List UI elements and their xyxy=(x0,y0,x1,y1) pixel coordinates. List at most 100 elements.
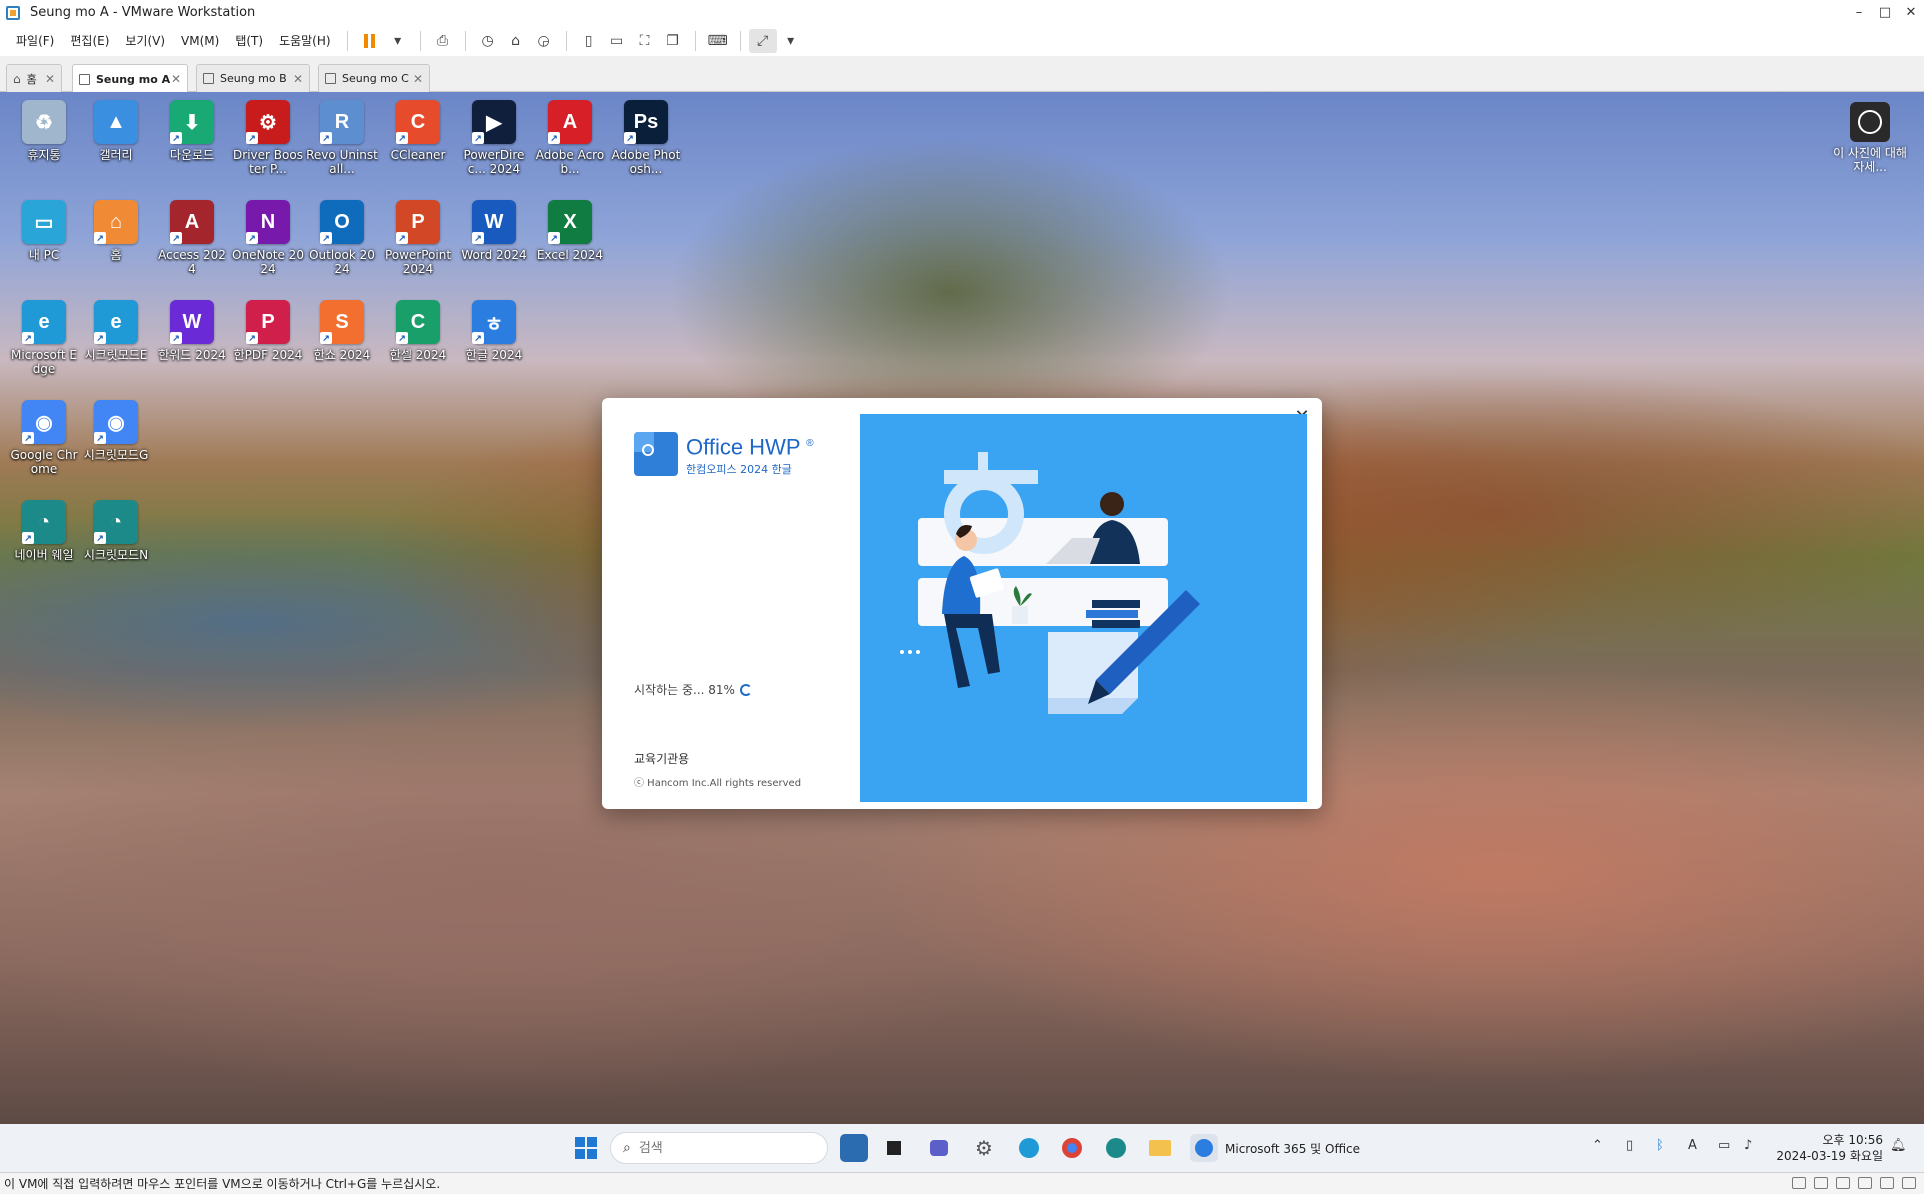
full-screen-button[interactable]: ⛶ xyxy=(631,29,659,53)
tab-home[interactable]: ⌂ 홈 ✕ xyxy=(6,64,62,92)
taskbar-search[interactable]: ⌕ xyxy=(610,1132,828,1164)
active-window-label[interactable]: Microsoft 365 및 Office xyxy=(1225,1140,1360,1157)
volume-icon[interactable]: ♪ xyxy=(1744,1138,1752,1153)
product-subtitle: 한컴오피스 2024 한글 xyxy=(686,463,792,477)
desktop-shortcut[interactable]: W ↗ Word 2024 xyxy=(458,200,530,262)
chevron-up-icon[interactable]: ⌃ xyxy=(1592,1138,1603,1153)
adobe-acrobat-icon: A ↗ xyxy=(548,100,592,144)
network-icon[interactable]: ▭ xyxy=(1718,1138,1730,1153)
cd-drive-icon[interactable] xyxy=(1814,1177,1828,1189)
menu-help[interactable]: 도움말(H) xyxy=(271,32,339,49)
tab-seung-mo-a[interactable]: Seung mo A ✕ xyxy=(72,64,188,93)
desktop-shortcut[interactable]: ◉ ↗ Google Chrome xyxy=(8,400,80,476)
desktop-shortcut[interactable]: ⌂ ↗ 홈 xyxy=(80,200,152,262)
desktop-shortcut[interactable]: X ↗ Excel 2024 xyxy=(534,200,606,262)
desktop-shortcut[interactable]: A ↗ Adobe Acrob... xyxy=(534,100,606,176)
desktop-shortcut[interactable]: Ps ↗ Adobe Photosh... xyxy=(610,100,682,176)
maximize-button[interactable]: □ xyxy=(1872,0,1898,25)
revert-snapshot-button[interactable]: ⌂ xyxy=(502,29,530,53)
desktop-shortcut[interactable]: P ↗ 한PDF 2024 xyxy=(232,300,304,362)
usb-controller-icon[interactable] xyxy=(1858,1177,1872,1189)
system-clock[interactable]: 오후 10:56 2024-03-19 화요일 xyxy=(1773,1132,1883,1164)
desktop-shortcut[interactable]: O ↗ Outlook 2024 xyxy=(306,200,378,276)
tab-seung-mo-b[interactable]: Seung mo B ✕ xyxy=(196,64,310,92)
desktop-shortcut[interactable]: ◔ ↗ 시크릿모드N xyxy=(80,500,152,562)
desktop-shortcut[interactable]: ▲ 갤러리 xyxy=(80,100,152,162)
close-window-button[interactable]: ✕ xyxy=(1898,0,1924,25)
icon-glyph: ⌂ xyxy=(109,210,123,233)
send-ctrl-alt-del-button[interactable]: ⎙ xyxy=(429,29,457,53)
desktop-shortcut[interactable]: C ↗ 한셀 2024 xyxy=(382,300,454,362)
stretch-guest-button[interactable]: ⤢ xyxy=(748,28,777,53)
menu-view[interactable]: 보기(V) xyxy=(117,32,173,49)
desktop-shortcut[interactable]: C ↗ CCleaner xyxy=(382,100,454,162)
settings-gear-icon[interactable]: ⚙ xyxy=(970,1134,998,1162)
vmware-status-bar: 이 VM에 직접 입력하려면 마우스 포인터를 VM으로 이동하거나 Ctrl+… xyxy=(0,1172,1924,1194)
hard-disk-icon[interactable] xyxy=(1792,1177,1806,1189)
notification-bell-icon[interactable]: 🔔︎ xyxy=(1890,1138,1907,1153)
desktop-shortcut[interactable]: ◉ ↗ 시크릿모드G xyxy=(80,400,152,462)
close-icon[interactable]: ✕ xyxy=(413,72,423,86)
snapshot-manager-button[interactable]: ◶ xyxy=(530,29,558,53)
chrome-taskbar-icon[interactable] xyxy=(1058,1134,1086,1162)
icon-glyph: ㅎ xyxy=(484,313,504,336)
whale-taskbar-icon[interactable] xyxy=(1102,1134,1130,1162)
desktop-shortcut[interactable]: ⚙ ↗ Driver Booster P... xyxy=(232,100,304,176)
guest-desktop[interactable]: ♻ 휴지통 ▲ 갤러리 ⬇ ↗ 다운로드 ⚙ ↗ Driver Booster P... R ↗ Rev… xyxy=(0,92,1924,1124)
chat-icon[interactable] xyxy=(925,1134,953,1162)
minimize-button[interactable]: – xyxy=(1846,0,1872,25)
desktop-shortcut[interactable]: e ↗ 시크릿모드E xyxy=(80,300,152,362)
desktop-shortcut[interactable]: ▭ 내 PC xyxy=(8,200,80,262)
close-icon[interactable]: ✕ xyxy=(171,72,181,86)
usb-device-icon[interactable]: ▯ xyxy=(1626,1138,1633,1153)
file-explorer-icon[interactable] xyxy=(1146,1134,1174,1162)
power-dropdown-button[interactable]: ▾ xyxy=(384,29,412,53)
icon-glyph: C xyxy=(410,110,426,133)
desktop-shortcut[interactable]: P ↗ PowerPoint 2024 xyxy=(382,200,454,276)
unity-button[interactable]: ❐ xyxy=(659,29,687,53)
desktop-shortcut[interactable]: ㅎ ↗ 한글 2024 xyxy=(458,300,530,362)
hanshow-icon: S ↗ xyxy=(320,300,364,344)
shortcut-arrow-icon: ↗ xyxy=(472,132,484,144)
microsoft-365-icon[interactable] xyxy=(1190,1134,1218,1162)
snapshot-button[interactable]: ◷ xyxy=(474,29,502,53)
desktop-shortcut[interactable]: A ↗ Access 2024 xyxy=(156,200,228,276)
desktop-shortcut[interactable]: ▶ ↗ PowerDirec... 2024 xyxy=(458,100,530,176)
desktop-shortcut[interactable]: ◔ ↗ 네이버 웨일 xyxy=(8,500,80,562)
stretch-dropdown-button[interactable]: ▾ xyxy=(777,29,805,53)
tab-seung-mo-c[interactable]: Seung mo C ✕ xyxy=(318,64,430,92)
bluetooth-icon[interactable]: ᛒ xyxy=(1656,1138,1664,1153)
console-view-button[interactable]: ⌨ xyxy=(704,29,732,53)
desktop-shortcut[interactable]: N ↗ OneNote 2024 xyxy=(232,200,304,276)
show-library-button[interactable]: ▯ xyxy=(575,29,603,53)
sound-card-icon[interactable] xyxy=(1880,1177,1894,1189)
widgets-icon[interactable] xyxy=(840,1134,868,1162)
menu-file[interactable]: 파일(F) xyxy=(8,32,62,49)
shortcut-arrow-icon: ↗ xyxy=(320,332,332,344)
library-panel-icon: ▯ xyxy=(584,32,593,49)
menu-edit[interactable]: 편집(E) xyxy=(62,32,117,49)
close-icon[interactable]: ✕ xyxy=(45,72,55,86)
icon-glyph: ♻ xyxy=(35,111,53,134)
task-view-icon[interactable] xyxy=(880,1134,908,1162)
search-input[interactable] xyxy=(638,1140,799,1156)
menu-tabs[interactable]: 탭(T) xyxy=(227,32,271,49)
start-button[interactable] xyxy=(572,1134,600,1162)
desktop-shortcut[interactable]: e ↗ Microsoft Edge xyxy=(8,300,80,376)
desktop-shortcut[interactable]: S ↗ 한쇼 2024 xyxy=(306,300,378,362)
menu-vm[interactable]: VM(M) xyxy=(173,34,227,48)
message-log-icon[interactable] xyxy=(1902,1177,1916,1189)
network-adapter-icon[interactable] xyxy=(1836,1177,1850,1189)
close-icon[interactable]: ✕ xyxy=(293,72,303,86)
desktop-shortcut[interactable]: ⬇ ↗ 다운로드 xyxy=(156,100,228,162)
desktop-shortcut[interactable]: R ↗ Revo Uninstall... xyxy=(306,100,378,176)
desktop-shortcut-label: Outlook 2024 xyxy=(309,248,375,276)
suspend-button[interactable] xyxy=(356,29,384,53)
input-language-icon[interactable]: A xyxy=(1688,1138,1697,1153)
thumbnail-bar-button[interactable]: ▭ xyxy=(603,29,631,53)
desktop-shortcut[interactable]: ♻ 휴지통 xyxy=(8,100,80,162)
shortcut-arrow-icon: ↗ xyxy=(396,232,408,244)
edge-taskbar-icon[interactable] xyxy=(1015,1134,1043,1162)
photo-info-shortcut[interactable]: 이 사진에 대해 자세... xyxy=(1830,102,1910,174)
desktop-shortcut[interactable]: W ↗ 한워드 2024 xyxy=(156,300,228,362)
